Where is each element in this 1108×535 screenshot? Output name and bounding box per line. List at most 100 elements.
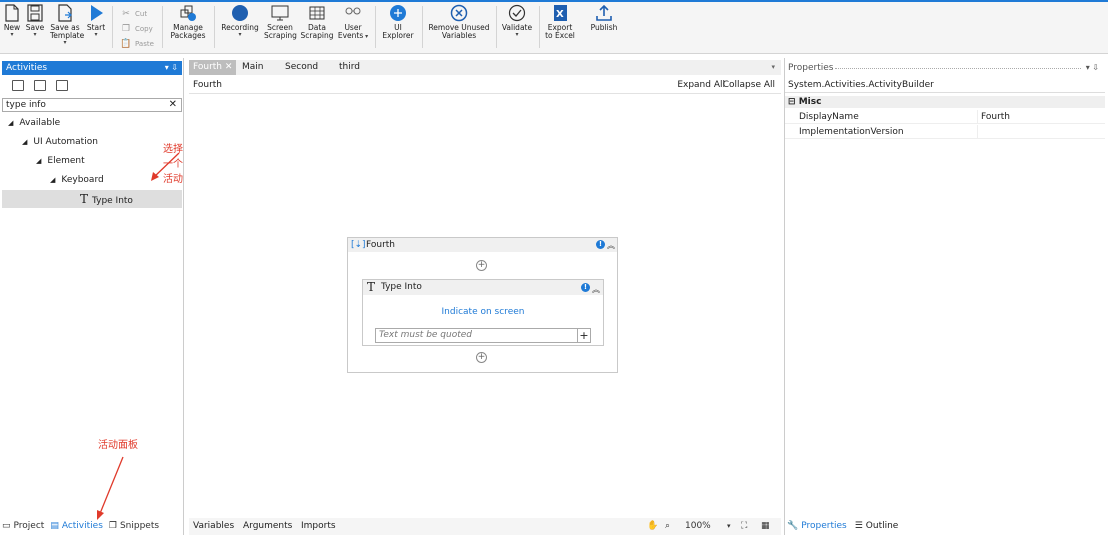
activities-icon: ▤ — [50, 521, 59, 531]
annotation-arrow-icon — [97, 456, 124, 520]
ribbon-toolbar: New ▾ Save ▾ Save as Template ▾ Start ▾ ✂ Cut … — [0, 2, 1108, 54]
tab-third[interactable]: third — [335, 60, 364, 75]
tab-fourth[interactable]: Fourth ✕ — [189, 60, 237, 75]
excel-icon: X — [554, 5, 567, 21]
zoom-search-icon[interactable]: ⌕ — [665, 518, 670, 535]
collapse-chevron-icon[interactable]: ︽ — [592, 282, 600, 297]
expanded-triangle-icon: ◢ — [22, 138, 28, 146]
tree-item-available[interactable]: ◢ Available — [2, 114, 182, 132]
zoom-level[interactable]: 100% — [685, 518, 711, 535]
save-template-icon — [58, 4, 72, 22]
expand-all-link[interactable]: Expand All — [677, 76, 725, 94]
screen-scraping-button[interactable]: Screen Scraping — [264, 4, 297, 40]
displayname-value[interactable]: Fourth — [981, 110, 1010, 124]
zoom-dropdown-icon[interactable]: ▾ — [727, 518, 731, 535]
overview-icon[interactable]: ▦ — [761, 518, 770, 535]
collapse-all-icon[interactable] — [34, 80, 46, 91]
tab-outline[interactable]: ☰ Outline — [855, 518, 899, 534]
clear-search-icon[interactable]: ✕ — [169, 99, 177, 111]
property-row-displayname[interactable]: DisplayName Fourth — [785, 110, 1105, 124]
remove-unused-variables-button[interactable]: Remove Unused Variables — [428, 4, 490, 40]
variables-tab[interactable]: Variables — [193, 518, 234, 535]
ribbon-separator — [214, 6, 215, 48]
warning-icon[interactable]: ! — [596, 240, 605, 249]
save-button[interactable]: Save ▾ — [25, 4, 45, 38]
data-scraping-button[interactable]: Data Scraping — [300, 4, 334, 40]
property-row-implementationversion[interactable]: ImplementationVersion — [785, 125, 1105, 139]
annotation-arrow-icon — [151, 152, 180, 181]
tree-item-ui-automation[interactable]: ◢ UI Automation — [2, 133, 182, 151]
ribbon-separator — [375, 6, 376, 48]
start-button[interactable]: Start ▾ — [86, 4, 106, 38]
ui-explorer-icon — [390, 5, 406, 21]
publish-button[interactable]: Publish — [588, 4, 620, 32]
tab-snippets[interactable]: ❐ Snippets — [109, 518, 159, 534]
arguments-tab[interactable]: Arguments — [243, 518, 292, 535]
tab-activities[interactable]: ▤ Activities — [50, 518, 103, 534]
imports-tab[interactable]: Imports — [301, 518, 336, 535]
user-events-button[interactable]: User Events ▾ — [337, 4, 369, 40]
workflow-canvas[interactable]: [⇣] Fourth ! ︽ + T Type Into ! ︽ Indicat… — [189, 95, 781, 517]
type-into-icon: T — [367, 280, 376, 294]
copy-icon: ❐ — [121, 24, 131, 34]
paste-icon: 📋 — [120, 39, 132, 49]
sequence-activity[interactable]: [⇣] Fourth ! ︽ + T Type Into ! ︽ Indicat… — [347, 237, 618, 373]
save-as-template-button[interactable]: Save as Template ▾ — [50, 4, 84, 46]
properties-object-type: System.Activities.ActivityBuilder — [785, 78, 1105, 93]
manage-packages-button[interactable]: Manage Packages — [169, 4, 207, 40]
save-icon — [27, 4, 43, 22]
scissors-icon: ✂ — [122, 9, 130, 19]
ribbon-separator — [496, 6, 497, 48]
validate-check-icon — [508, 4, 526, 22]
remove-icon — [450, 4, 468, 22]
activities-search-input[interactable]: type info ✕ — [2, 98, 182, 112]
text-expression-plus-button[interactable]: + — [578, 328, 591, 343]
panel-options-icon[interactable]: ▾ ⇩ — [1086, 61, 1099, 75]
collapse-all-link[interactable]: Collapse All — [723, 76, 775, 94]
new-button[interactable]: New ▾ — [3, 4, 21, 38]
add-activity-icon[interactable]: + — [476, 352, 487, 363]
activities-panel-header: Activities ▾ ⇩ — [2, 61, 182, 75]
close-tab-icon[interactable]: ✕ — [225, 62, 233, 72]
upload-icon — [596, 4, 612, 21]
copy-button[interactable]: ❐ Copy — [120, 24, 153, 34]
warning-icon[interactable]: ! — [581, 283, 590, 292]
tab-project[interactable]: ▭ Project — [2, 518, 44, 534]
pan-hand-icon[interactable]: ✋ — [647, 518, 658, 535]
ribbon-separator — [112, 6, 113, 48]
expand-all-icon[interactable] — [12, 80, 24, 91]
fit-to-screen-icon[interactable]: ⛶ — [741, 518, 747, 535]
tab-second[interactable]: Second — [281, 60, 322, 75]
tab-main[interactable]: Main — [238, 60, 268, 75]
tree-item-type-into[interactable]: T Type Into — [2, 190, 182, 208]
monitor-icon — [271, 5, 289, 21]
text-input[interactable]: Text must be quoted — [375, 328, 578, 343]
designer-breadcrumb: Fourth — [193, 80, 222, 90]
type-into-activity[interactable]: T Type Into ! ︽ Indicate on screen Text … — [362, 279, 604, 346]
panel-options-icon[interactable]: ▾ ⇩ — [165, 61, 178, 75]
designer-tabs: Fourth ✕ Main Second third ▾ — [189, 60, 781, 75]
new-file-icon — [5, 4, 19, 22]
expanded-triangle-icon: ◢ — [36, 157, 42, 165]
ui-explorer-button[interactable]: UI Explorer — [381, 4, 415, 40]
snippets-icon: ❐ — [108, 521, 117, 531]
svg-text:X: X — [556, 9, 564, 20]
indicate-on-screen-link[interactable]: Indicate on screen — [363, 307, 603, 317]
tabs-dropdown-icon[interactable]: ▾ — [771, 60, 775, 75]
collapse-chevron-icon[interactable]: ︽ — [607, 239, 615, 253]
sequence-header: [⇣] Fourth ! ︽ — [348, 238, 617, 252]
copy-activity-icon[interactable] — [56, 80, 68, 91]
validate-button[interactable]: Validate ▾ — [500, 4, 534, 38]
record-icon — [232, 5, 248, 21]
tab-properties[interactable]: 🔧 Properties — [787, 518, 847, 534]
misc-section-header[interactable]: ⊟ Misc — [785, 96, 1105, 108]
recording-button[interactable]: Recording ▾ — [221, 4, 259, 38]
folder-icon: ▭ — [2, 521, 11, 531]
cut-button[interactable]: ✂ Cut — [120, 9, 147, 19]
expanded-triangle-icon: ◢ — [50, 176, 56, 184]
add-activity-icon[interactable]: + — [476, 260, 487, 271]
type-into-header: T Type Into ! ︽ — [363, 280, 603, 295]
export-to-excel-button[interactable]: X Export to Excel — [543, 4, 577, 40]
paste-button[interactable]: 📋 Paste — [120, 39, 154, 49]
ribbon-separator — [422, 6, 423, 48]
